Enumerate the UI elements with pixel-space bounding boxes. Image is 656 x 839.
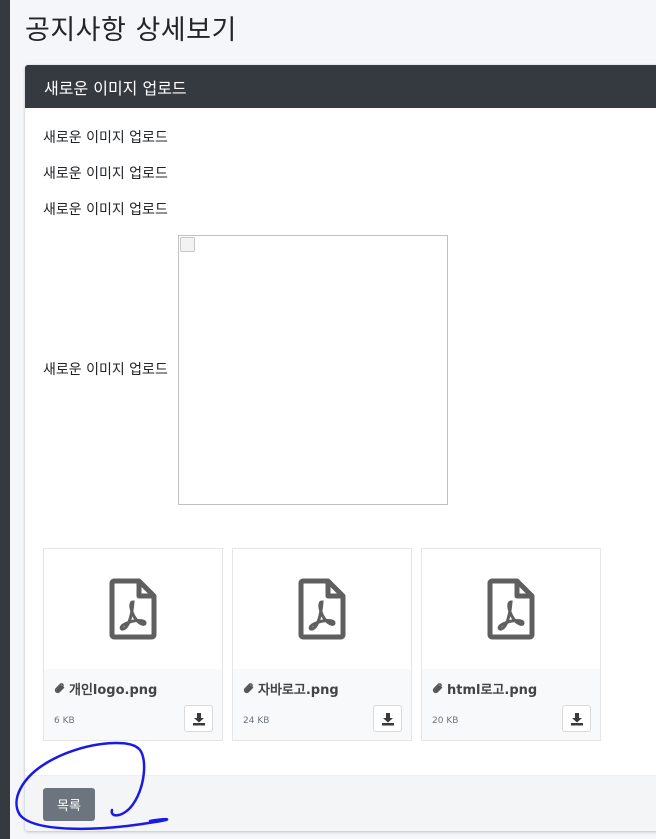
attachment-card: html로고.png 20 KB — [421, 548, 601, 741]
content-line: 새로운 이미지 업로드 — [43, 130, 168, 146]
content-line: 새로운 이미지 업로드 — [43, 362, 168, 378]
pdf-file-icon — [487, 578, 535, 640]
card-footer: 목록 — [25, 775, 656, 831]
content-line: 새로운 이미지 업로드 — [43, 166, 168, 182]
attachment-preview — [422, 549, 600, 669]
attachment-size: 6 KB — [54, 716, 75, 726]
attachment-name-text: html로고.png — [447, 683, 538, 698]
attachment-info: 개인logo.png 6 KB — [44, 669, 222, 740]
pdf-file-icon — [109, 578, 157, 640]
card-header: 새로운 이미지 업로드 — [25, 65, 656, 108]
attachment-name-text: 자바로고.png — [258, 683, 339, 698]
sidebar-edge — [0, 0, 10, 839]
card-header-title: 새로운 이미지 업로드 — [44, 79, 187, 98]
notice-card: 새로운 이미지 업로드 새로운 이미지 업로드 새로운 이미지 업로드 새로운 … — [25, 65, 656, 831]
paperclip-icon — [432, 683, 443, 694]
attachment-info: 자바로고.png 24 KB — [233, 669, 411, 740]
download-icon — [570, 712, 583, 725]
attachment-name[interactable]: 개인logo.png — [54, 679, 222, 698]
list-button[interactable]: 목록 — [43, 788, 95, 821]
attachment-card: 개인logo.png 6 KB — [43, 548, 223, 741]
pdf-file-icon — [298, 578, 346, 640]
attachment-preview — [44, 549, 222, 669]
download-icon — [192, 712, 205, 725]
broken-image-icon — [180, 237, 195, 252]
paperclip-icon — [54, 683, 65, 694]
attachment-card: 자바로고.png 24 KB — [232, 548, 412, 741]
attachment-preview — [233, 549, 411, 669]
download-button[interactable] — [184, 705, 213, 732]
attachment-size: 24 KB — [243, 716, 270, 726]
page-title: 공지사항 상세보기 — [25, 15, 237, 46]
download-icon — [381, 712, 394, 725]
attachment-name-text: 개인logo.png — [69, 683, 158, 698]
attachment-size: 20 KB — [432, 716, 459, 726]
attachment-info: html로고.png 20 KB — [422, 669, 600, 740]
content-line: 새로운 이미지 업로드 — [43, 202, 168, 218]
attachment-name[interactable]: 자바로고.png — [243, 679, 411, 698]
paperclip-icon — [243, 683, 254, 694]
download-button[interactable] — [562, 705, 591, 732]
attachment-name[interactable]: html로고.png — [432, 679, 600, 698]
download-button[interactable] — [373, 705, 402, 732]
broken-inline-image — [178, 235, 448, 505]
